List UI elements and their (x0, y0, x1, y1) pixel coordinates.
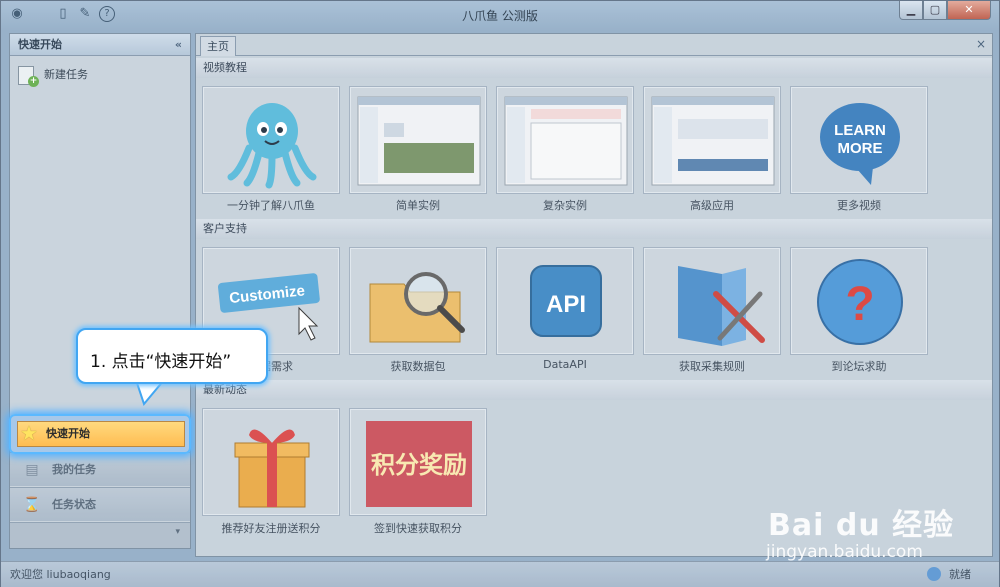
close-button[interactable]: ✕ (947, 1, 991, 20)
sidebar: 快速开始 « + 新建任务 ▤ 我的任务 ⌛ 任务状态 ▾ (9, 33, 191, 549)
plus-icon: + (28, 76, 39, 87)
api-label: API (546, 291, 586, 318)
tile-get-rules[interactable] (643, 247, 781, 355)
question-mark: ? (845, 278, 874, 331)
baidu-watermark: Bai du 经验 jingyan.baidu.com (760, 482, 1000, 582)
sidebar-header: 快速开始 « (10, 34, 190, 56)
tile-get-data-package[interactable] (349, 247, 487, 355)
tile-checkin-points[interactable]: 积分奖励 (349, 408, 487, 516)
tile-octopus-intro[interactable] (202, 86, 340, 194)
callout-text: 1. 点击“快速开始” (90, 352, 232, 372)
window-title: 八爪鱼 公测版 (462, 9, 538, 23)
section-video-tutorials: 视频教程 (196, 58, 992, 78)
welcome-user-text: 欢迎您 liubaoqiang (10, 568, 111, 581)
sidebar-item-quick-start[interactable]: ★ 快速开始 (9, 414, 191, 454)
watermark-url: jingyan.baidu.com (766, 542, 923, 562)
screenshot-thumbnail-icon (504, 96, 628, 186)
screenshot-thumbnail-icon (357, 96, 481, 186)
watermark-brand: Bai du 经验 (768, 508, 955, 543)
tile-more-videos[interactable]: LEARN MORE (790, 86, 928, 194)
tile-label: 到论坛求助 (831, 360, 887, 373)
tools-folder-icon (678, 266, 765, 346)
tile-label: 高级应用 (690, 199, 734, 212)
gift-box-icon (234, 429, 310, 508)
tile-label: 更多视频 (837, 199, 881, 212)
star-icon: ★ (20, 421, 38, 445)
tile-label: 获取采集规则 (679, 360, 745, 373)
folder-magnifier-icon (369, 272, 465, 343)
tile-label: 推荐好友注册送积分 (221, 522, 321, 535)
tile-label: DataAPI (543, 358, 587, 371)
tile-complex-example[interactable] (496, 86, 634, 194)
points-reward-icon: 积分奖励 (366, 421, 472, 507)
title-bar: ◉ ▯ ✎ ? 八爪鱼 公测版 ▁ ▢ ✕ (1, 1, 999, 29)
tab-bar: 主页 × (196, 34, 992, 56)
section-latest-news: 最新动态 (196, 380, 992, 400)
help-question-icon: ? (817, 259, 903, 345)
quick-start-button[interactable]: ★ 快速开始 (17, 421, 185, 447)
sidebar-item-my-tasks[interactable]: ▤ 我的任务 (10, 452, 190, 486)
minimize-button[interactable]: ▁ (899, 1, 923, 20)
tile-data-api[interactable]: API (496, 247, 634, 355)
more-label: MORE (838, 140, 883, 157)
maximize-button[interactable]: ▢ (923, 1, 947, 20)
tile-label: 一分钟了解八爪鱼 (227, 199, 315, 212)
new-task-label: 新建任务 (44, 68, 88, 81)
tile-advanced-usage[interactable] (643, 86, 781, 194)
learn-more-icon: LEARN MORE (820, 103, 900, 185)
learn-label: LEARN (834, 122, 886, 139)
task-status-label: 任务状态 (52, 498, 96, 511)
api-icon: API (530, 265, 602, 337)
points-label: 积分奖励 (371, 451, 467, 479)
new-task-link[interactable]: + 新建任务 (18, 64, 88, 87)
octopus-mascot-icon (227, 103, 317, 189)
sidebar-item-task-status[interactable]: ⌛ 任务状态 (10, 487, 190, 521)
dropdown-arrow-icon[interactable]: ▾ (175, 527, 180, 537)
quick-start-label: 快速开始 (46, 427, 90, 440)
tile-label: 获取数据包 (390, 360, 446, 373)
hourglass-icon: ⌛ (23, 497, 41, 513)
tile-label: 签到快速获取积分 (374, 522, 462, 535)
screenshot-thumbnail-icon (651, 96, 775, 186)
tile-simple-example[interactable] (349, 86, 487, 194)
tile-invite-friends[interactable] (202, 408, 340, 516)
tile-label: 复杂实例 (543, 199, 587, 212)
folder-icon: ▤ (25, 462, 39, 478)
close-tab-icon[interactable]: × (976, 37, 986, 51)
collapse-icon[interactable]: « (175, 34, 182, 56)
instruction-callout: 1. 点击“快速开始” (76, 328, 268, 384)
main-panel: 主页 × 视频教程 LEARN MORE 一分钟了解八爪鱼 简单实例 复杂实例 … (195, 33, 993, 557)
tab-home[interactable]: 主页 (200, 36, 236, 56)
tile-label: 简单实例 (396, 199, 440, 212)
sidebar-footer: ▾ (10, 522, 190, 548)
tile-forum-help[interactable]: ? (790, 247, 928, 355)
section-customer-support: 客户支持 (196, 219, 992, 239)
my-tasks-label: 我的任务 (52, 463, 96, 476)
sidebar-title: 快速开始 (18, 38, 62, 51)
